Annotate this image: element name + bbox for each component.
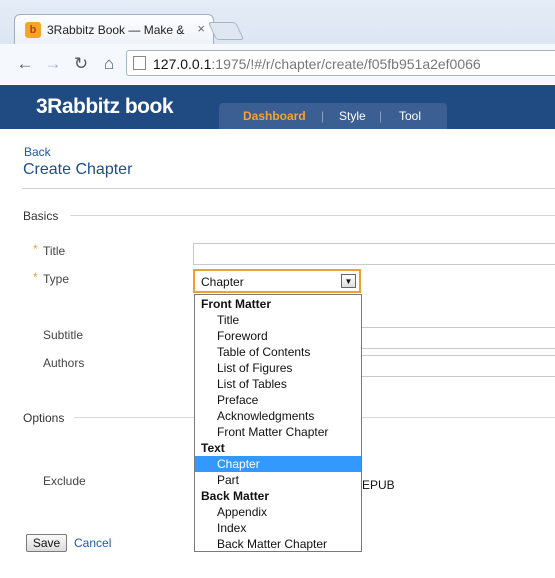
subtitle-label: Subtitle [43,328,84,342]
type-select[interactable]: Chapter ▼ [193,269,361,293]
browser-toolbar: ← → ↻ ⌂ 127.0.0.1:1975/!#/r/chapter/crea… [0,44,555,84]
nav-separator: | [321,109,325,123]
option-acknowledgments[interactable]: Acknowledgments [195,408,361,424]
option-part[interactable]: Part [195,472,361,488]
required-mark: * [33,270,38,284]
reload-icon[interactable]: ↻ [70,54,92,74]
nav-tool[interactable]: Tool [399,109,421,123]
option-back-matter-chapter[interactable]: Back Matter Chapter [195,536,361,552]
divider [22,188,555,189]
nav-dashboard[interactable]: Dashboard [243,109,306,123]
browser-tab[interactable]: b 3Rabbitz Book — Make & × [14,14,214,44]
save-button[interactable]: Save [26,534,67,552]
option-front-matter-chapter[interactable]: Front Matter Chapter [195,424,361,440]
section-basics-label: Basics [23,209,59,223]
option-foreword[interactable]: Foreword [195,328,361,344]
url-text: 127.0.0.1:1975/!#/r/chapter/create/f05fb… [153,56,481,72]
home-icon[interactable]: ⌂ [98,54,120,74]
exclude-label: Exclude [43,474,86,488]
title-label: Title [43,244,66,258]
page-title: Create Chapter [23,161,133,178]
authors-input[interactable] [360,355,555,377]
required-mark: * [33,242,38,256]
type-label: Type [43,272,70,286]
nav-style[interactable]: Style [339,109,366,123]
app-header: 3Rabbitz book Dashboard | Style | Tool [0,85,555,129]
chevron-down-icon[interactable]: ▼ [341,274,356,288]
authors-label: Authors [43,356,85,370]
url-path: :1975/!#/r/chapter/create/f05fb951a2ef00… [211,56,481,72]
option-list-of-figures[interactable]: List of Figures [195,360,361,376]
type-dropdown-list: Front Matter Title Foreword Table of Con… [194,294,362,552]
option-index[interactable]: Index [195,520,361,536]
option-table-of-contents[interactable]: Table of Contents [195,344,361,360]
section-rule [70,215,555,216]
address-bar[interactable]: 127.0.0.1:1975/!#/r/chapter/create/f05fb… [126,50,555,76]
option-preface[interactable]: Preface [195,392,361,408]
section-rule [362,417,555,418]
main-nav: Dashboard | Style | Tool [219,103,447,129]
back-link[interactable]: Back [24,145,51,159]
exclude-epub-text: EPUB [362,478,395,492]
forward-icon[interactable]: → [42,54,64,74]
optgroup-front-matter: Front Matter [201,297,271,311]
tab-close-icon[interactable]: × [197,21,205,36]
section-options-label: Options [23,411,65,425]
subtitle-input[interactable] [360,327,555,349]
type-select-value: Chapter [201,275,244,289]
title-input[interactable] [193,243,555,265]
tab-title: 3Rabbitz Book — Make & [47,23,185,37]
app-logo[interactable]: 3Rabbitz book [36,95,174,119]
browser-chrome: b 3Rabbitz Book — Make & × ← → ↻ ⌂ 127.0… [0,0,555,84]
optgroup-text: Text [201,441,225,455]
section-rule [74,417,194,418]
option-list-of-tables[interactable]: List of Tables [195,376,361,392]
nav-separator: | [379,109,383,123]
option-appendix[interactable]: Appendix [195,504,361,520]
favicon-icon: b [25,22,41,38]
url-host: 127.0.0.1 [153,56,212,72]
back-icon[interactable]: ← [14,54,36,74]
optgroup-back-matter: Back Matter [201,489,270,503]
cancel-link[interactable]: Cancel [74,536,111,550]
option-title[interactable]: Title [195,312,361,328]
option-chapter[interactable]: Chapter [195,456,361,472]
page-icon [133,56,146,70]
